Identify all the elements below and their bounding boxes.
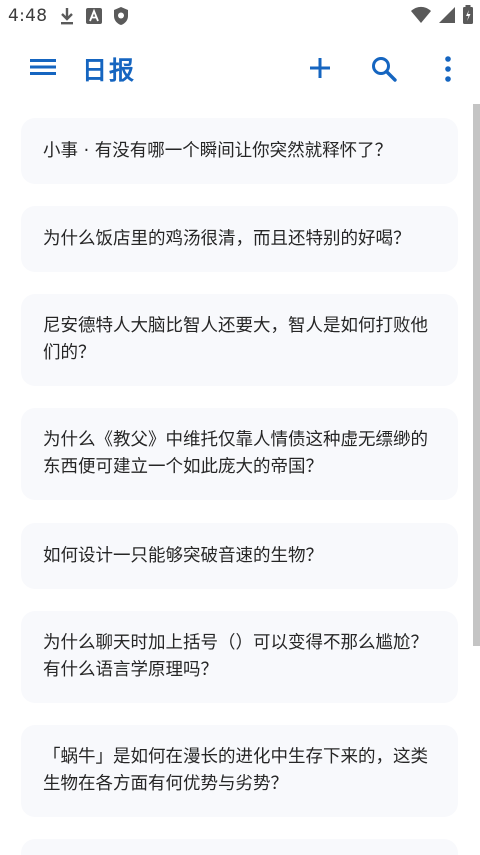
story-title: 「蜗牛」是如何在漫长的进化中生存下来的，这类生物在各方面有何优势与劣势？ xyxy=(43,747,428,794)
a-badge-icon xyxy=(85,7,103,29)
story-title: 为什么聊天时加上括号（）可以变得不那么尴尬？有什么语言学原理吗？ xyxy=(43,633,428,680)
menu-icon xyxy=(30,57,56,81)
story-title: 尼安德特人大脑比智人还要大，智人是如何打败他们的？ xyxy=(43,316,428,363)
screen: 4:48 日报 小事 · 有没有哪一个瞬间让你突然就释怀了？ 为什么饭店里的鸡汤… xyxy=(0,0,480,855)
status-left-icons xyxy=(58,6,130,30)
battery-icon xyxy=(462,5,474,29)
shield-icon xyxy=(112,6,130,30)
story-title: 如何设计一只能够突破音速的生物？ xyxy=(43,545,323,566)
search-icon xyxy=(369,57,399,88)
status-right-icons xyxy=(410,5,474,29)
story-feed[interactable]: 小事 · 有没有哪一个瞬间让你突然就释怀了？ 为什么饭店里的鸡汤很清，而且还特别… xyxy=(0,104,480,855)
list-item[interactable]: 为什么饭店里的鸡汤很清，而且还特别的好喝？ xyxy=(21,206,458,272)
story-title: 小事 · 有没有哪一个瞬间让你突然就释怀了？ xyxy=(43,140,393,161)
add-icon xyxy=(306,58,334,86)
list-item[interactable]: 为什么聊天时加上括号（）可以变得不那么尴尬？有什么语言学原理吗？ xyxy=(21,611,458,703)
page-title: 日报 xyxy=(82,56,137,85)
scrollbar[interactable] xyxy=(473,104,480,646)
signal-icon xyxy=(438,6,456,28)
status-time: 4:48 xyxy=(8,6,48,26)
more-vert-icon xyxy=(436,56,460,88)
more-options-button[interactable] xyxy=(436,54,460,84)
list-item[interactable]: 尼安德特人大脑比智人还要大，智人是如何打败他们的？ xyxy=(21,294,458,386)
search-button[interactable] xyxy=(369,54,399,84)
list-item[interactable]: 小事 · 有没有哪一个瞬间让你突然就释怀了？ xyxy=(21,118,458,184)
list-item[interactable]: 「蜗牛」是如何在漫长的进化中生存下来的，这类生物在各方面有何优势与劣势？ xyxy=(21,725,458,817)
story-title: 为什么饭店里的鸡汤很清，而且还特别的好喝？ xyxy=(43,228,411,249)
list-item[interactable]: 为什么《教父》中维托仅靠人情债这种虚无缥缈的东西便可建立一个如此庞大的帝国？ xyxy=(21,408,458,500)
list-item[interactable] xyxy=(21,839,458,855)
story-title: 为什么《教父》中维托仅靠人情债这种虚无缥缈的东西便可建立一个如此庞大的帝国？ xyxy=(43,430,428,477)
add-button[interactable] xyxy=(306,54,334,82)
app-bar: 日报 xyxy=(0,34,480,104)
download-icon xyxy=(58,6,76,30)
menu-button[interactable] xyxy=(28,54,58,84)
status-bar: 4:48 xyxy=(0,0,480,34)
list-item[interactable]: 如何设计一只能够突破音速的生物？ xyxy=(21,523,458,589)
wifi-icon xyxy=(410,6,432,28)
